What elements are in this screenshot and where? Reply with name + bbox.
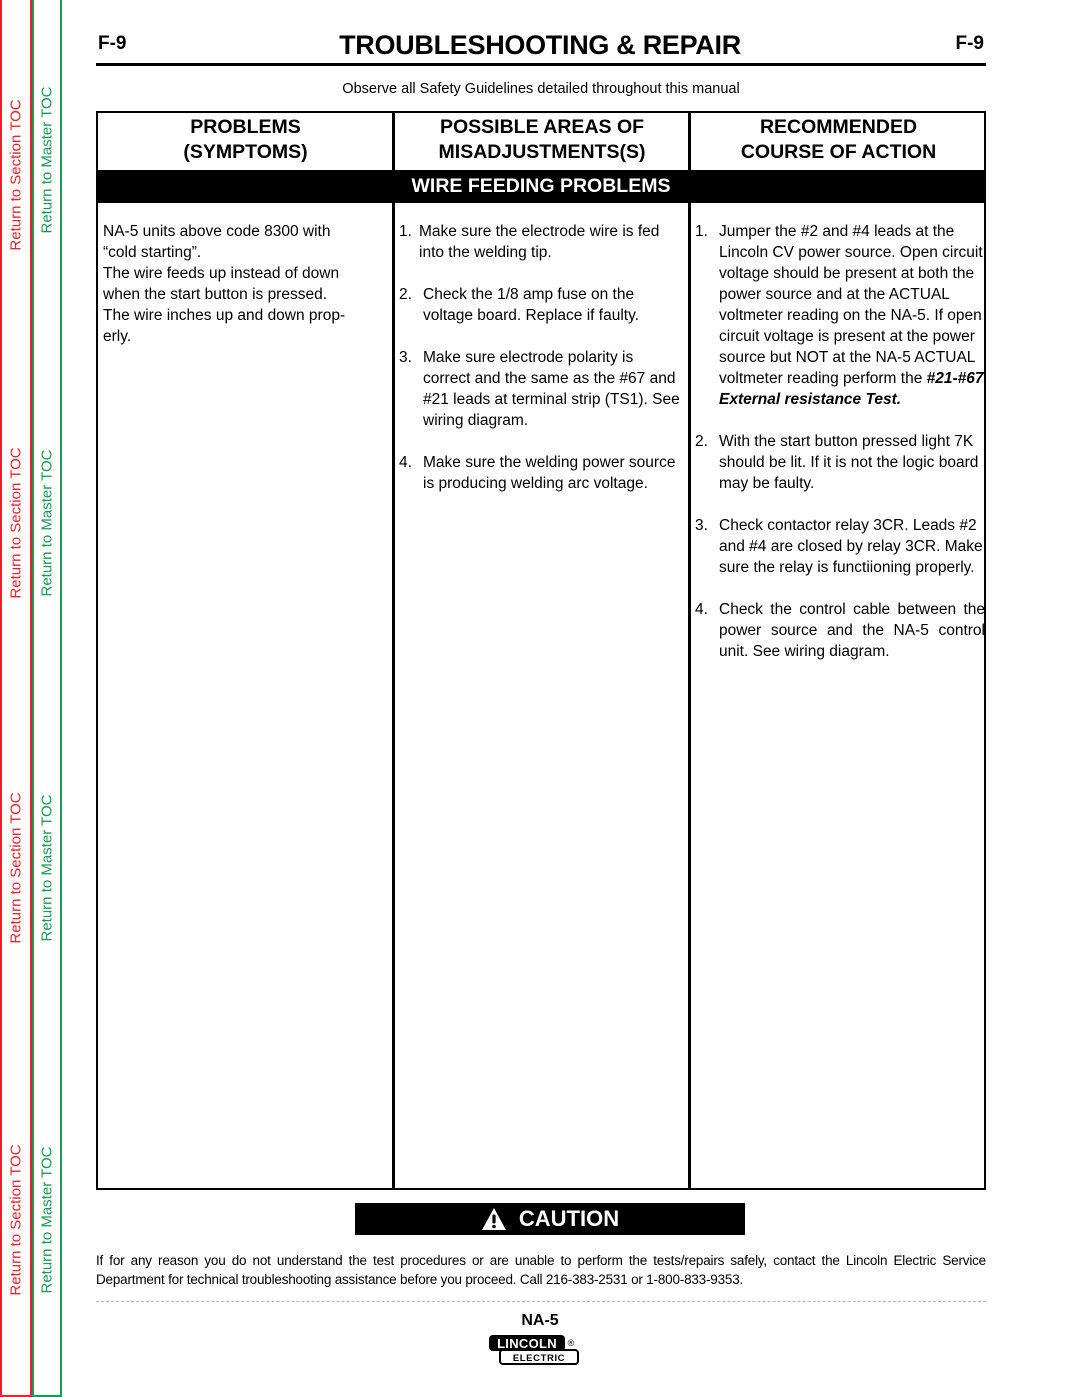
item-number: 2. <box>695 433 708 450</box>
warning-triangle-icon <box>481 1208 506 1230</box>
problem-line: when the start button is pressed. <box>103 286 328 303</box>
list-item: 4. Check the control cable between the p… <box>695 599 985 662</box>
return-to-master-toc-link[interactable]: Return to Master TOC <box>39 450 56 597</box>
troubleshooting-table: PROBLEMS (SYMPTOMS) POSSIBLE AREAS OF MI… <box>96 111 986 1190</box>
caution-banner: CAUTION <box>355 1203 745 1235</box>
lincoln-electric-logo: LINCOLN ® ELECTRIC <box>489 1335 579 1365</box>
caution-text: If for any reason you do not understand … <box>96 1253 986 1287</box>
item-text: Check the control cable between the powe… <box>719 601 985 660</box>
column-divider <box>688 203 691 1188</box>
column-header-line: RECOMMENDED <box>759 116 918 138</box>
title-rule <box>96 63 986 66</box>
list-item: 1. Make sure the electrode wire is fed i… <box>399 221 684 263</box>
item-text: Make sure electrode polarity is correct … <box>423 349 680 429</box>
return-to-section-toc-link[interactable]: Return to Section TOC <box>8 447 25 598</box>
item-text: Check the 1/8 amp fuse on the voltage bo… <box>423 286 639 324</box>
return-to-master-toc-link[interactable]: Return to Master TOC <box>39 795 56 942</box>
item-text: Jumper the #2 and #4 leads at the Lincol… <box>719 223 983 387</box>
problem-line: erly. <box>103 328 132 345</box>
page-title: TROUBLESHOOTING & REPAIR <box>339 30 741 60</box>
item-text: Check contactor relay 3CR. Leads #2 and … <box>719 517 983 576</box>
list-item: 1. Jumper the #2 and #4 leads at the Lin… <box>695 221 985 410</box>
item-text: Make sure the welding power source is pr… <box>423 454 676 492</box>
item-number: 4. <box>695 601 708 618</box>
item-number: 1. <box>695 223 708 240</box>
return-to-section-toc-link[interactable]: Return to Section TOC <box>8 792 25 943</box>
return-to-master-toc-link[interactable]: Return to Master TOC <box>39 1147 56 1294</box>
item-number: 4. <box>399 454 412 471</box>
item-text: With the start button pressed light 7K s… <box>719 433 979 492</box>
page-number-right: F-9 <box>955 33 985 54</box>
item-number: 3. <box>695 517 708 534</box>
logo-bottom-text: ELECTRIC <box>513 1353 565 1364</box>
column-divider <box>688 113 691 170</box>
return-to-master-toc-link[interactable]: Return to Master TOC <box>39 87 56 234</box>
misadjustments-cell: 1. Make sure the electrode wire is fed i… <box>399 221 684 515</box>
column-header-line: (SYMPTOMS) <box>183 141 308 163</box>
footer-divider <box>96 1301 986 1302</box>
problem-line: “cold starting”. <box>103 244 202 261</box>
master-toc-bar: Return to Master TOC Return to Master TO… <box>32 0 62 1397</box>
list-item: 4. Make sure the welding power source is… <box>399 452 684 494</box>
column-header-line: PROBLEMS <box>190 116 301 138</box>
item-number: 2. <box>399 286 412 303</box>
caution-label: CAUTION <box>518 1206 620 1231</box>
column-divider <box>392 113 395 170</box>
problem-cell: NA-5 units above code 8300 with “cold st… <box>103 221 388 347</box>
section-heading: WIRE FEEDING PROBLEMS <box>98 170 984 203</box>
model-name: NA-5 <box>521 1312 559 1329</box>
item-number: 3. <box>399 349 412 366</box>
item-text: Make sure the electrode wire is fed into… <box>419 223 660 261</box>
section-toc-bar: Return to Section TOC Return to Section … <box>0 0 32 1397</box>
column-divider <box>392 203 395 1188</box>
list-item: 2. Check the 1/8 amp fuse on the voltage… <box>399 284 684 326</box>
problem-line: NA-5 units above code 8300 with <box>103 223 331 240</box>
column-header-line: POSSIBLE AREAS OF <box>439 116 645 138</box>
item-text-wrap: Jumper the #2 and #4 leads at the Lincol… <box>719 221 985 410</box>
return-to-section-toc-link[interactable]: Return to Section TOC <box>8 99 25 250</box>
problem-line: The wire feeds up instead of down <box>103 265 340 282</box>
list-item: 3. Check contactor relay 3CR. Leads #2 a… <box>695 515 985 578</box>
course-of-action-cell: 1. Jumper the #2 and #4 leads at the Lin… <box>695 221 985 683</box>
safety-note: Observe all Safety Guidelines detailed t… <box>342 81 740 97</box>
column-header-problems: PROBLEMS (SYMPTOMS) <box>98 113 393 170</box>
list-item: 3. Make sure electrode polarity is corre… <box>399 347 684 431</box>
return-to-section-toc-link[interactable]: Return to Section TOC <box>8 1144 25 1295</box>
logo-top-text: LINCOLN <box>497 1336 557 1351</box>
problem-line: The wire inches up and down prop- <box>103 307 346 324</box>
column-header-line: MISADJUSTMENTS(S) <box>438 141 646 163</box>
list-item: 2. With the start button pressed light 7… <box>695 431 985 494</box>
column-header-course-of-action: RECOMMENDED COURSE OF ACTION <box>691 113 986 170</box>
column-header-misadjustments: POSSIBLE AREAS OF MISADJUSTMENTS(S) <box>394 113 690 170</box>
logo-registered-mark: ® <box>568 1338 575 1348</box>
column-header-line: COURSE OF ACTION <box>740 141 937 163</box>
